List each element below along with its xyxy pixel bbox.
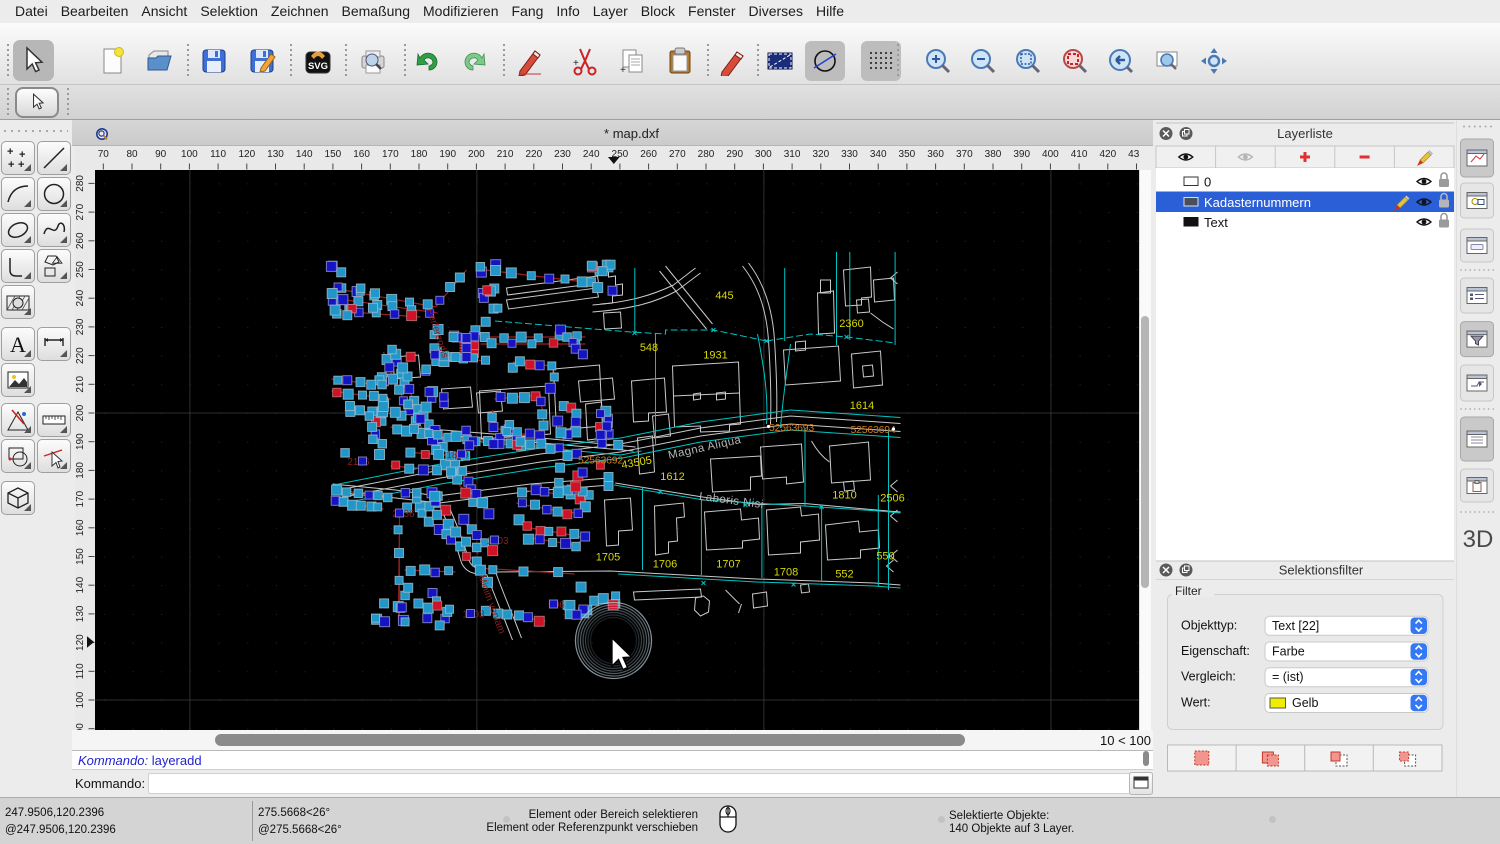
svg-text:170: 170	[382, 149, 399, 160]
svg-text:Wert:: Wert:	[1181, 696, 1211, 710]
svg-text:190: 190	[439, 149, 456, 160]
svg-text:180: 180	[411, 149, 428, 160]
svg-text:1707: 1707	[716, 559, 740, 571]
svg-text:230: 230	[554, 149, 571, 160]
svg-text:Objekttyp:: Objekttyp:	[1181, 618, 1237, 632]
svg-text:Layerliste: Layerliste	[1277, 126, 1333, 141]
svg-text:3D: 3D	[1463, 526, 1494, 553]
svg-text:+: +	[8, 159, 14, 171]
svg-text:1810: 1810	[832, 490, 856, 502]
svg-text:+: +	[7, 146, 13, 158]
svg-text:200: 200	[468, 149, 485, 160]
svg-text:240: 240	[583, 149, 600, 160]
svg-text:SVG: SVG	[308, 61, 328, 72]
svg-text:120: 120	[238, 149, 255, 160]
svg-text:120: 120	[75, 634, 86, 651]
svg-text:+: +	[620, 65, 626, 76]
svg-text:Farbe: Farbe	[1272, 645, 1305, 659]
svg-text:170: 170	[75, 490, 86, 507]
svg-text:110: 110	[75, 663, 86, 679]
svg-text:0: 0	[1204, 175, 1211, 190]
svg-text:270: 270	[75, 203, 86, 220]
svg-text:300: 300	[755, 149, 772, 160]
svg-text:Filter: Filter	[1175, 584, 1202, 598]
svg-text:445: 445	[715, 290, 733, 302]
svg-text:100: 100	[75, 691, 86, 708]
svg-text:140: 140	[296, 149, 313, 160]
svg-text:90: 90	[155, 149, 167, 160]
svg-text:Selektionsfilter: Selektionsfilter	[1279, 563, 1364, 578]
svg-text:A: A	[10, 332, 26, 357]
svg-text:2506: 2506	[880, 493, 904, 505]
svg-text:250: 250	[75, 261, 86, 278]
svg-text:160: 160	[353, 149, 370, 160]
svg-text:150: 150	[325, 149, 342, 160]
svg-text:180: 180	[75, 462, 86, 479]
svg-text:360: 360	[927, 149, 944, 160]
svg-text:400: 400	[1042, 149, 1059, 160]
svg-text:260: 260	[75, 232, 86, 249]
svg-text:Vergleich:: Vergleich:	[1181, 670, 1236, 684]
svg-text:140: 140	[75, 576, 86, 593]
svg-text:52563692: 52563692	[577, 455, 622, 467]
svg-text:80: 80	[126, 149, 138, 160]
svg-text:52563694: 52563694	[850, 424, 895, 436]
svg-text:1612: 1612	[660, 471, 684, 483]
svg-text:410: 410	[1071, 149, 1088, 160]
svg-text:320: 320	[812, 149, 829, 160]
svg-text:150: 150	[75, 548, 86, 565]
svg-text:210: 210	[75, 376, 86, 393]
svg-text:1705: 1705	[595, 552, 619, 564]
svg-text:220: 220	[75, 347, 86, 364]
svg-text:Gelb: Gelb	[1292, 696, 1318, 710]
svg-text:310: 310	[784, 149, 801, 160]
svg-text:550: 550	[876, 551, 894, 563]
svg-text:340: 340	[870, 149, 887, 160]
svg-text:280: 280	[75, 175, 86, 192]
svg-text:330: 330	[841, 149, 858, 160]
svg-text:190: 190	[75, 433, 86, 450]
svg-text:Text: Text	[1204, 215, 1228, 230]
svg-text:260: 260	[640, 149, 657, 160]
svg-text:280: 280	[698, 149, 715, 160]
svg-text:290: 290	[726, 149, 743, 160]
svg-text:210: 210	[497, 149, 514, 160]
svg-text:1614: 1614	[849, 400, 873, 412]
svg-text:52563693: 52563693	[768, 422, 813, 434]
svg-text:2360: 2360	[839, 318, 863, 330]
svg-text:= (ist): = (ist)	[1272, 670, 1304, 684]
svg-text:548: 548	[639, 342, 657, 354]
svg-text:1706: 1706	[652, 559, 676, 571]
svg-text:160: 160	[75, 519, 86, 536]
svg-text:200: 200	[75, 404, 86, 421]
svg-text:90: 90	[75, 723, 86, 730]
svg-text:110: 110	[210, 149, 226, 160]
svg-text:Text [22]: Text [22]	[1272, 619, 1319, 633]
svg-text:100: 100	[181, 149, 198, 160]
svg-text:1708: 1708	[773, 567, 797, 579]
svg-text:+: +	[573, 58, 579, 69]
svg-text:1931: 1931	[703, 350, 727, 362]
svg-text:552: 552	[835, 569, 853, 581]
svg-text:240: 240	[75, 289, 86, 306]
svg-text:Kadasternummern: Kadasternummern	[1204, 195, 1311, 210]
svg-text:270: 270	[669, 149, 686, 160]
svg-text:390: 390	[1013, 149, 1030, 160]
svg-text:350: 350	[899, 149, 916, 160]
svg-text:430: 430	[1128, 149, 1139, 160]
svg-text:130: 130	[267, 149, 284, 160]
svg-text:220: 220	[525, 149, 542, 160]
svg-text:420: 420	[1099, 149, 1116, 160]
svg-text:230: 230	[75, 318, 86, 335]
svg-text:380: 380	[985, 149, 1002, 160]
svg-text:Eigenschaft:: Eigenschaft:	[1181, 644, 1250, 658]
svg-text:370: 370	[956, 149, 973, 160]
svg-text:130: 130	[75, 605, 86, 622]
svg-text:+: +	[18, 159, 24, 171]
svg-text:70: 70	[98, 149, 110, 160]
